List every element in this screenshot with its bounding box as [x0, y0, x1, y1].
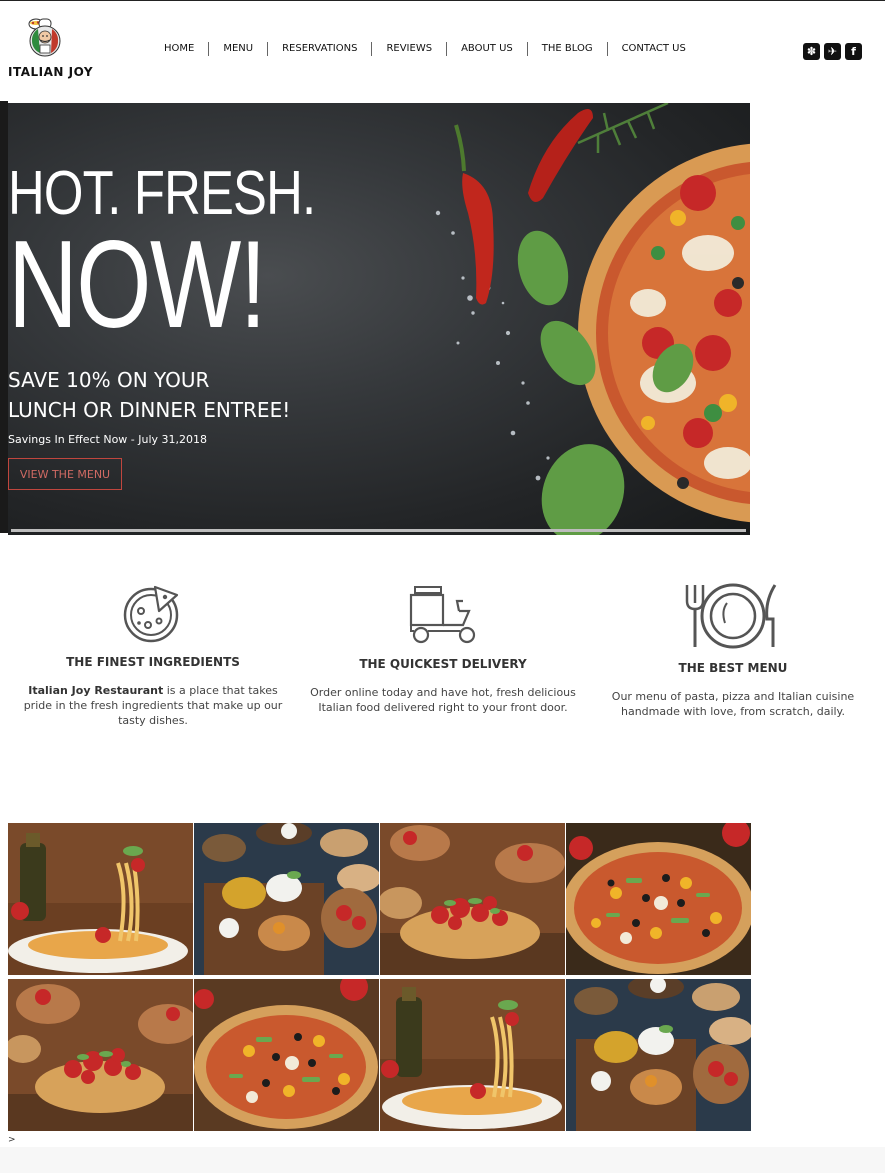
plate-cutlery-icon: [685, 583, 777, 649]
gallery-tile-antipasti[interactable]: [566, 979, 751, 1131]
yelp-icon[interactable]: ✽: [803, 43, 820, 60]
gallery-tile-antipasti[interactable]: [194, 823, 379, 975]
hero-offer-line2: LUNCH OR DINNER ENTREE!: [8, 398, 291, 422]
antipasti-photo: [566, 979, 751, 1131]
pizza-slice-icon: [123, 585, 179, 643]
features-section: THE FINEST INGREDIENTS Italian Joy Resta…: [8, 581, 885, 781]
feature-title: THE BEST MENU: [678, 661, 788, 675]
nav-item-reservations[interactable]: RESERVATIONS: [267, 42, 371, 56]
site-header: ITALIAN JOY HOME MENU RESERVATIONS REVIE…: [0, 1, 885, 101]
spaghetti-photo: [380, 979, 565, 1131]
facebook-icon[interactable]: f: [845, 43, 862, 60]
left-edge-divider: [0, 101, 8, 533]
feature-title: THE QUICKEST DELIVERY: [359, 657, 527, 671]
page-bottom-strip: [0, 1147, 885, 1173]
gallery-tile-bruschetta[interactable]: [8, 979, 193, 1131]
bruschetta-photo: [380, 823, 565, 975]
hero-title-line2: NOW!: [8, 216, 267, 354]
gallery-tile-pizza[interactable]: [194, 979, 379, 1131]
feature-description-bold: Italian Joy Restaurant: [28, 684, 164, 697]
chef-logo-icon: [28, 18, 61, 57]
feature-ingredients: THE FINEST INGREDIENTS Italian Joy Resta…: [8, 581, 298, 728]
hero-offer: SAVE 10% ON YOUR LUNCH OR DINNER ENTREE!: [8, 365, 290, 425]
nav-item-about-us[interactable]: ABOUT US: [446, 42, 527, 56]
feature-description: Italian Joy Restaurant is a place that t…: [8, 683, 298, 728]
pizza-photo: [194, 979, 379, 1131]
delivery-scooter-icon: [409, 586, 476, 644]
food-gallery: [8, 823, 751, 1131]
nav-item-contact-us[interactable]: CONTACT US: [606, 42, 700, 56]
nav-item-menu[interactable]: MENU: [208, 42, 267, 56]
twitter-icon[interactable]: ✈: [824, 43, 841, 60]
antipasti-photo: [194, 823, 379, 975]
hero-banner: HOT. FRESH. NOW! SAVE 10% ON YOUR LUNCH …: [8, 103, 750, 535]
nav-item-reviews[interactable]: REVIEWS: [371, 42, 446, 56]
feature-menu: THE BEST MENU Our menu of pasta, pizza a…: [588, 581, 878, 719]
nav-item-home[interactable]: HOME: [150, 42, 208, 56]
social-links: ✽ ✈ f: [803, 43, 862, 60]
main-nav: HOME MENU RESERVATIONS REVIEWS ABOUT US …: [150, 41, 700, 57]
feature-description: Order online today and have hot, fresh d…: [310, 686, 576, 714]
brand-logo[interactable]: ITALIAN JOY: [8, 13, 98, 83]
gallery-tile-spaghetti[interactable]: [380, 979, 565, 1131]
bruschetta-photo: [8, 979, 193, 1131]
footer-marker: >: [8, 1135, 16, 1145]
nav-item-the-blog[interactable]: THE BLOG: [526, 42, 607, 56]
gallery-tile-spaghetti[interactable]: [8, 823, 193, 975]
hero-offer-line1: SAVE 10% ON YOUR: [8, 368, 210, 392]
feature-description: Our menu of pasta, pizza and Italian cui…: [611, 690, 855, 718]
gallery-tile-bruschetta[interactable]: [380, 823, 565, 975]
feature-delivery: THE QUICKEST DELIVERY Order online today…: [298, 581, 588, 715]
pizza-photo: [566, 823, 751, 975]
brand-name: ITALIAN JOY: [8, 65, 94, 79]
spaghetti-photo: [8, 823, 193, 975]
slider-progress-bar: [11, 529, 746, 532]
feature-title: THE FINEST INGREDIENTS: [66, 655, 240, 669]
page: ITALIAN JOY HOME MENU RESERVATIONS REVIE…: [0, 0, 885, 1173]
view-menu-button[interactable]: VIEW THE MENU: [8, 458, 122, 490]
hero-savings-note: Savings In Effect Now - July 31,2018: [8, 433, 208, 446]
gallery-tile-pizza[interactable]: [566, 823, 751, 975]
